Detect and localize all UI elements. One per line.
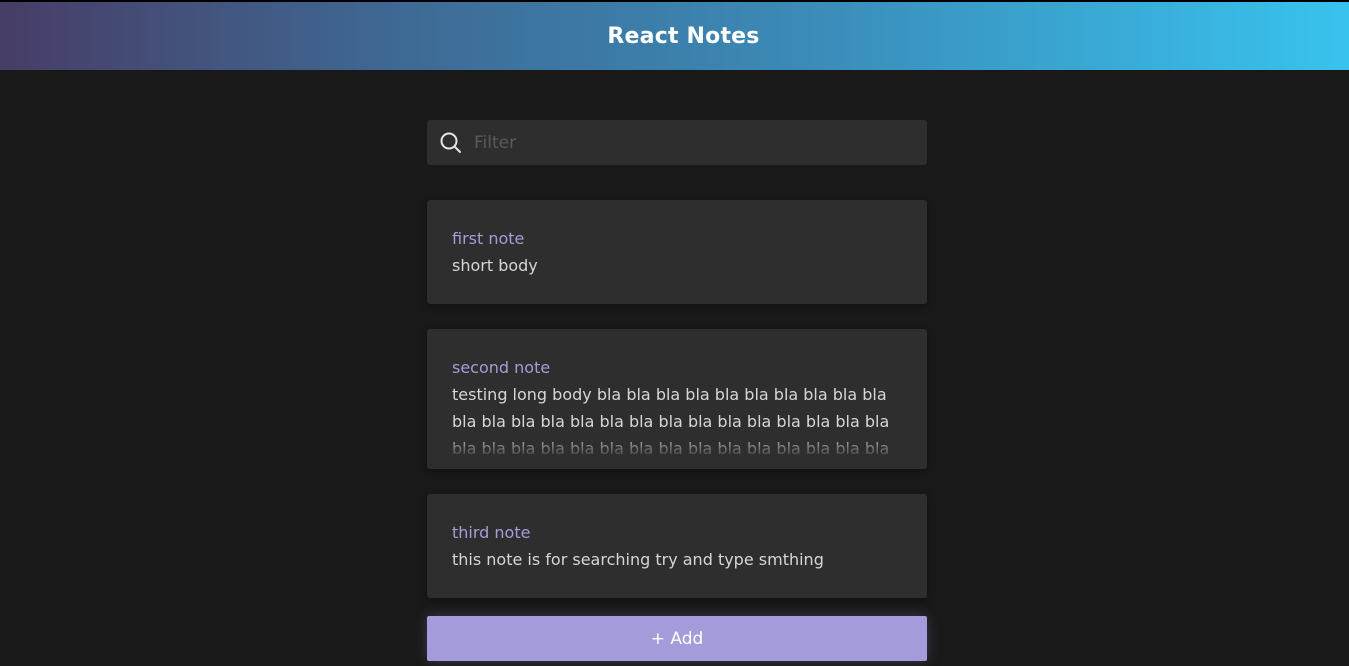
note-title: first note [452,229,525,248]
note-card-first[interactable]: first note short body [427,200,927,304]
note-title: third note [452,523,531,542]
note-body: testing long body bla bla bla bla bla bl… [452,385,890,458]
search-input[interactable] [474,120,927,165]
note-body: this note is for searching try and type … [452,550,824,569]
note-title: second note [452,358,551,377]
search-icon [439,131,463,155]
note-body: short body [452,256,538,275]
add-note-button[interactable]: + Add [427,616,927,661]
note-card-second[interactable]: second note testing long body bla bla bl… [427,329,927,469]
app-title: React Notes [607,23,760,49]
note-card-third[interactable]: third note this note is for searching tr… [427,494,927,598]
search-bar[interactable] [427,120,927,165]
app-header: React Notes [0,0,1349,70]
